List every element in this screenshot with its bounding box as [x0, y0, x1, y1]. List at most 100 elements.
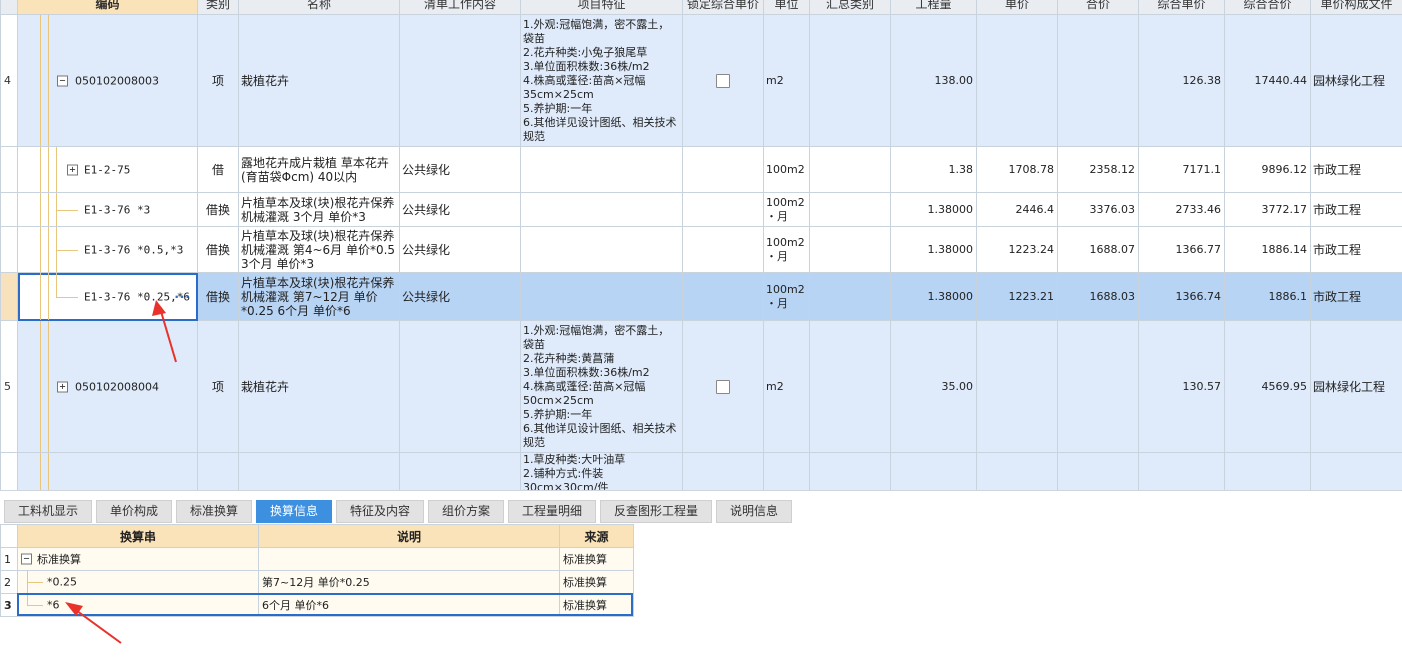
collapse-icon[interactable]: −: [57, 75, 68, 86]
header-source[interactable]: 来源: [559, 524, 634, 548]
name-cell[interactable]: [238, 452, 400, 490]
unit-price-cell[interactable]: [976, 320, 1058, 453]
feature-cell[interactable]: [520, 272, 683, 321]
feature-cell[interactable]: [520, 192, 683, 227]
header-feature[interactable]: 项目特征: [520, 0, 683, 15]
total-cell[interactable]: [1057, 452, 1139, 490]
tab-unit-price-composition[interactable]: 单价构成: [96, 500, 172, 523]
lock-cell[interactable]: [682, 452, 764, 490]
file-cell[interactable]: 园林绿化工程: [1310, 320, 1402, 453]
feature-cell[interactable]: [520, 146, 683, 193]
expand-icon[interactable]: +: [67, 164, 78, 175]
summary-cell[interactable]: [809, 226, 891, 273]
header-desc[interactable]: 说明: [258, 524, 560, 548]
comp-total-cell[interactable]: 4569.95: [1224, 320, 1311, 453]
tab-pricing-scheme[interactable]: 组价方案: [428, 500, 504, 523]
source-cell[interactable]: 标准换算: [559, 570, 634, 594]
summary-cell[interactable]: [809, 146, 891, 193]
quantity-cell[interactable]: 1.38000: [890, 226, 977, 273]
code-cell[interactable]: E1-3-76 *0.5,*3: [17, 226, 198, 273]
unit-cell[interactable]: m2: [763, 14, 810, 147]
comp-unit-price-cell[interactable]: [1138, 452, 1225, 490]
header-expr[interactable]: 换算串: [17, 524, 259, 548]
summary-cell[interactable]: [809, 192, 891, 227]
tab-conversion-info[interactable]: 换算信息: [256, 500, 332, 523]
comp-unit-price-cell[interactable]: 1366.77: [1138, 226, 1225, 273]
code-cell[interactable]: E1-3-76 *3: [17, 192, 198, 227]
expr-cell[interactable]: − 标准换算: [17, 547, 259, 571]
name-cell[interactable]: 片植草本及球(块)根花卉保养 机械灌溉 第7~12月 单价*0.25 6个月 单…: [238, 272, 400, 321]
file-cell[interactable]: [1310, 452, 1402, 490]
expand-icon[interactable]: +: [57, 381, 68, 392]
header-unit[interactable]: 单位: [763, 0, 810, 15]
lock-cell[interactable]: [682, 226, 764, 273]
bill-item-row[interactable]: 1.草皮种类:大叶油草 2.铺种方式:件装 30cm×30cm/件: [0, 452, 1402, 490]
quantity-cell[interactable]: 138.00: [890, 14, 977, 147]
type-cell[interactable]: 借: [197, 146, 239, 193]
comp-total-cell[interactable]: 3772.17: [1224, 192, 1311, 227]
quota-row[interactable]: E1-3-76 *3 借换 片植草本及球(块)根花卉保养 机械灌溉 3个月 单价…: [0, 192, 1402, 227]
file-cell[interactable]: 园林绿化工程: [1310, 14, 1402, 147]
comp-total-cell[interactable]: [1224, 452, 1311, 490]
quota-row[interactable]: E1-3-76 *0.5,*3 借换 片植草本及球(块)根花卉保养 机械灌溉 第…: [0, 226, 1402, 273]
total-cell[interactable]: 1688.07: [1057, 226, 1139, 273]
comp-unit-price-cell[interactable]: 7171.1: [1138, 146, 1225, 193]
header-comp-unit-price[interactable]: 综合单价: [1138, 0, 1225, 15]
header-code[interactable]: 编码: [17, 0, 198, 15]
expr-cell[interactable]: *0.25: [17, 570, 259, 594]
content-cell[interactable]: [399, 14, 521, 147]
unit-price-cell[interactable]: 2446.4: [976, 192, 1058, 227]
file-cell[interactable]: 市政工程: [1310, 192, 1402, 227]
name-cell[interactable]: 栽植花卉: [238, 320, 400, 453]
code-cell[interactable]: + 050102008004: [17, 320, 198, 453]
unit-price-cell[interactable]: 1223.21: [976, 272, 1058, 321]
quantity-cell[interactable]: 1.38000: [890, 272, 977, 321]
quantity-cell[interactable]: 1.38: [890, 146, 977, 193]
source-cell[interactable]: 标准换算: [559, 547, 634, 571]
content-cell[interactable]: 公共绿化: [399, 146, 521, 193]
tab-standard-conversion[interactable]: 标准换算: [176, 500, 252, 523]
unit-price-cell[interactable]: 1223.24: [976, 226, 1058, 273]
content-cell[interactable]: 公共绿化: [399, 192, 521, 227]
name-cell[interactable]: 栽植花卉: [238, 14, 400, 147]
unit-cell[interactable]: m2: [763, 320, 810, 453]
comp-total-cell[interactable]: 1886.1: [1224, 272, 1311, 321]
type-cell[interactable]: [197, 452, 239, 490]
content-cell[interactable]: 公共绿化: [399, 272, 521, 321]
quantity-cell[interactable]: [890, 452, 977, 490]
desc-cell[interactable]: [258, 547, 560, 571]
collapse-icon[interactable]: −: [21, 553, 32, 565]
code-cell[interactable]: [17, 452, 198, 490]
expr-cell[interactable]: *6: [17, 593, 259, 617]
summary-cell[interactable]: [809, 452, 891, 490]
tab-reverse-graphic-quantity[interactable]: 反查图形工程量: [600, 500, 712, 523]
content-cell[interactable]: 公共绿化: [399, 226, 521, 273]
desc-cell[interactable]: 第7~12月 单价*0.25: [258, 570, 560, 594]
unit-cell[interactable]: 100m2 ・月: [763, 272, 810, 321]
header-type[interactable]: 类别: [197, 0, 239, 15]
file-cell[interactable]: 市政工程: [1310, 226, 1402, 273]
feature-cell[interactable]: 1.外观:冠幅饱满，密不露土，袋苗 2.花卉种类:小兔子狼尾草 3.单位面积株数…: [520, 14, 683, 147]
type-cell[interactable]: 借换: [197, 226, 239, 273]
type-cell[interactable]: 借换: [197, 192, 239, 227]
header-total[interactable]: 合价: [1057, 0, 1139, 15]
header-name[interactable]: 名称: [238, 0, 400, 15]
bill-item-row[interactable]: 5 + 050102008004 项 栽植花卉 1.外观:冠幅饱满，密不露土，袋…: [0, 320, 1402, 453]
header-lock[interactable]: 锁定综合单价: [682, 0, 764, 15]
comp-unit-price-cell[interactable]: 126.38: [1138, 14, 1225, 147]
total-cell[interactable]: 1688.03: [1057, 272, 1139, 321]
unit-cell[interactable]: 100m2 ・月: [763, 226, 810, 273]
total-cell[interactable]: [1057, 320, 1139, 453]
content-cell[interactable]: [399, 320, 521, 453]
total-cell[interactable]: 3376.03: [1057, 192, 1139, 227]
lock-cell[interactable]: [682, 146, 764, 193]
name-cell[interactable]: 片植草本及球(块)根花卉保养 机械灌溉 第4~6月 单价*0.5 3个月 单价*…: [238, 226, 400, 273]
summary-cell[interactable]: [809, 320, 891, 453]
quantity-cell[interactable]: 35.00: [890, 320, 977, 453]
conversion-row[interactable]: 1 − 标准换算 标准换算: [0, 547, 634, 571]
header-file[interactable]: 单价构成文件: [1310, 0, 1402, 15]
conversion-row-selected[interactable]: 3 *6 6个月 单价*6 标准换算: [0, 593, 634, 617]
comp-total-cell[interactable]: 17440.44: [1224, 14, 1311, 147]
lock-cell[interactable]: [682, 320, 764, 453]
unit-cell[interactable]: 100m2 ・月: [763, 192, 810, 227]
